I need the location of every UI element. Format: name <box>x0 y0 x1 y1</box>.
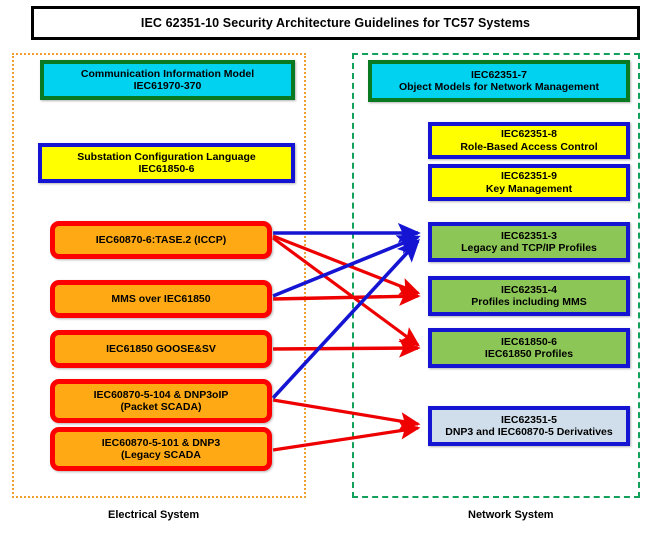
node-iec62351-7[interactable]: IEC62351-7 Object Models for Network Man… <box>368 60 630 102</box>
node-line2: IEC61850-6 <box>138 163 195 175</box>
node-line1: IEC62351-9 <box>500 170 558 183</box>
node-line2: IEC61850 Profiles <box>484 348 574 360</box>
diagram-canvas: IEC 62351-10 Security Architecture Guide… <box>0 0 672 539</box>
node-line1: IEC62351-5 <box>500 413 558 426</box>
node-line1: Substation Configuration Language <box>77 150 256 163</box>
node-line1: IEC60870-5-101 & DNP3 <box>101 436 221 449</box>
node-legacy-scada[interactable]: IEC60870-5-101 & DNP3 (Legacy SCADA <box>50 427 272 471</box>
node-line1: IEC62351-7 <box>470 68 528 81</box>
node-line2: DNP3 and IEC60870-5 Derivatives <box>445 426 613 438</box>
node-line2: Legacy and TCP/IP Profiles <box>461 242 597 254</box>
node-iccp[interactable]: IEC60870-6:TASE.2 (ICCP) <box>50 221 272 259</box>
node-mms-over-iec61850[interactable]: MMS over IEC61850 <box>50 280 272 318</box>
node-iec62351-3[interactable]: IEC62351-3 Legacy and TCP/IP Profiles <box>428 222 630 262</box>
node-line2: Key Management <box>485 182 573 195</box>
node-iec62351-4[interactable]: IEC62351-4 Profiles including MMS <box>428 276 630 316</box>
node-line2: Profiles including MMS <box>471 296 587 308</box>
node-iec61850-goose-sv[interactable]: IEC61850 GOOSE&SV <box>50 330 272 368</box>
node-communication-information-model[interactable]: Communication Information Model IEC61970… <box>40 60 295 100</box>
node-line1: IEC61850 GOOSE&SV <box>106 342 216 355</box>
node-line2: (Packet SCADA) <box>120 401 202 413</box>
node-line2: Object Models for Network Management <box>398 81 600 93</box>
node-line2: IEC61970-370 <box>133 80 202 92</box>
node-line1: IEC62351-8 <box>500 128 558 141</box>
node-substation-configuration-language[interactable]: Substation Configuration Language IEC618… <box>38 143 295 183</box>
node-line1: Communication Information Model <box>80 67 255 80</box>
node-line1: IEC60870-6:TASE.2 (ICCP) <box>95 233 227 246</box>
node-packet-scada[interactable]: IEC60870-5-104 & DNP3oIP (Packet SCADA) <box>50 379 272 423</box>
caption-network-system: Network System <box>468 509 554 521</box>
node-iec62351-9[interactable]: IEC62351-9 Key Management <box>428 164 630 201</box>
node-iec61850-profiles[interactable]: IEC61850-6 IEC61850 Profiles <box>428 328 630 368</box>
diagram-title-box: IEC 62351-10 Security Architecture Guide… <box>31 6 640 40</box>
node-line2: Role-Based Access Control <box>460 140 598 153</box>
node-line1: IEC62351-4 <box>500 283 558 296</box>
node-line1: IEC62351-3 <box>500 229 558 242</box>
node-line2: (Legacy SCADA <box>121 449 201 461</box>
caption-electrical-system: Electrical System <box>108 509 200 521</box>
page-title: IEC 62351-10 Security Architecture Guide… <box>140 16 531 30</box>
node-iec62351-8[interactable]: IEC62351-8 Role-Based Access Control <box>428 122 630 159</box>
node-line1: IEC61850-6 <box>500 335 558 348</box>
node-iec62351-5[interactable]: IEC62351-5 DNP3 and IEC60870-5 Derivativ… <box>428 406 630 446</box>
node-line1: MMS over IEC61850 <box>111 292 211 305</box>
node-line1: IEC60870-5-104 & DNP3oIP <box>93 388 229 401</box>
